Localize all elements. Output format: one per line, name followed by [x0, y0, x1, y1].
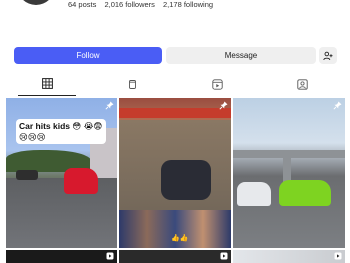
- message-button[interactable]: Message: [166, 47, 316, 64]
- reels-icon: [128, 79, 136, 89]
- followers-count[interactable]: 2,016 followers: [104, 0, 154, 9]
- tagged-icon: [296, 78, 308, 90]
- red-car-image: [64, 168, 98, 194]
- tab-video[interactable]: [188, 72, 246, 96]
- monster-truck-image: [161, 160, 211, 200]
- post-thumbnail[interactable]: 👍👍: [119, 98, 231, 248]
- pin-icon: [105, 101, 114, 110]
- post-thumbnail[interactable]: Car hits kids 😳 😭😨 😢😢😢: [6, 98, 117, 248]
- post-thumbnail[interactable]: [6, 250, 117, 263]
- pin-icon: [219, 101, 228, 110]
- grid-icon: [41, 78, 53, 89]
- posts-count[interactable]: 64 posts: [68, 0, 96, 9]
- green-car-image: [279, 180, 331, 206]
- tab-tagged[interactable]: [273, 72, 331, 96]
- add-user-icon: [323, 51, 333, 60]
- post-thumbnail[interactable]: [233, 98, 345, 248]
- reel-icon: [334, 252, 342, 260]
- posts-grid: Car hits kids 😳 😭😨 😢😢😢 👍👍: [6, 98, 345, 263]
- post-overlay-emoji: 👍👍: [171, 235, 189, 242]
- profile-stats: 64 posts 2,016 followers 2,178 following: [68, 0, 219, 9]
- pin-icon: [333, 101, 342, 110]
- post-caption: Car hits kids 😳 😭😨 😢😢😢: [16, 119, 106, 145]
- following-count[interactable]: 2,178 following: [163, 0, 213, 9]
- profile-tabs: [0, 72, 350, 96]
- reel-icon: [220, 252, 228, 260]
- reel-icon: [106, 252, 114, 260]
- video-icon: [211, 78, 223, 90]
- post-thumbnail[interactable]: [119, 250, 231, 263]
- post-thumbnail[interactable]: [233, 250, 345, 263]
- follow-button[interactable]: Follow: [14, 47, 162, 64]
- tab-posts[interactable]: [18, 72, 76, 96]
- tab-reels[interactable]: [103, 72, 161, 96]
- add-user-button[interactable]: [319, 47, 337, 64]
- avatar[interactable]: [17, 0, 55, 5]
